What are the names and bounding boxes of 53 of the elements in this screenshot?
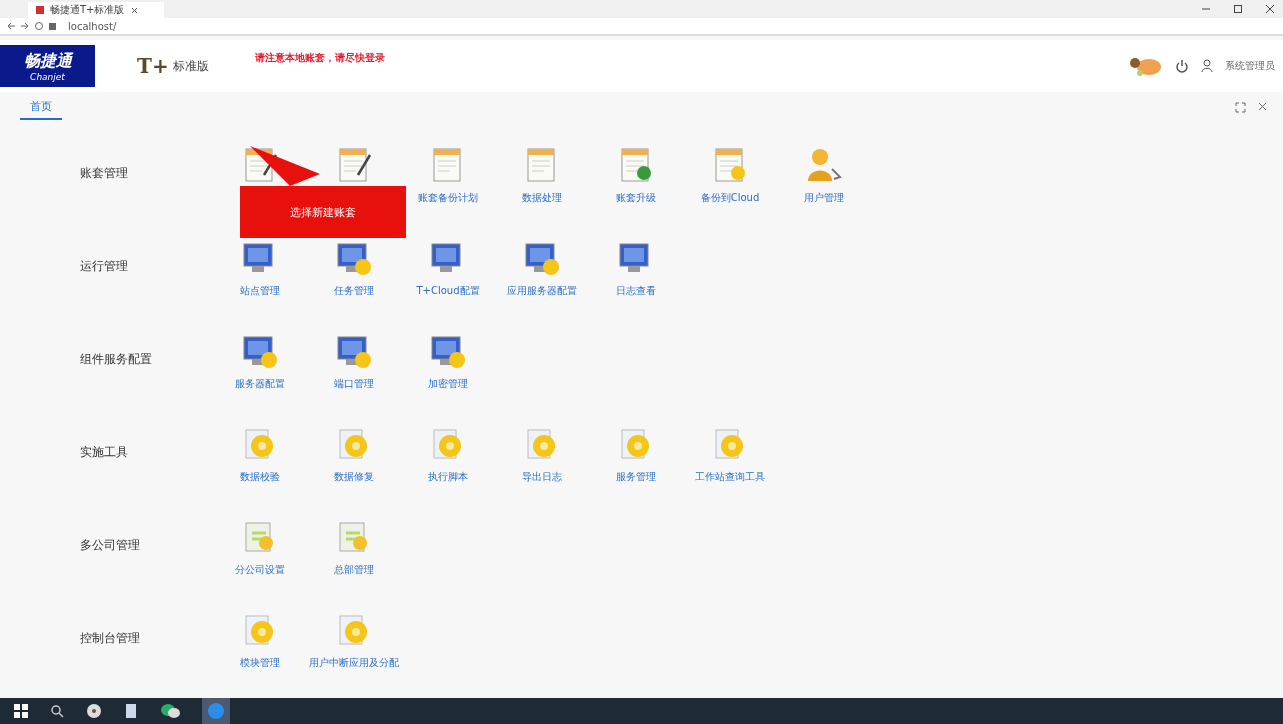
chat-icon[interactable]	[160, 703, 180, 719]
section-title: 多公司管理	[79, 537, 141, 554]
item-link[interactable]: 任务管理	[334, 283, 374, 298]
item-link[interactable]: 账套升级	[616, 190, 656, 205]
logo: 畅捷通 Chanjet	[0, 45, 95, 87]
section-title: 账套管理	[79, 165, 129, 182]
disc-icon[interactable]	[86, 703, 102, 719]
mascot-drawing	[1127, 55, 1163, 77]
item-link[interactable]: 用户管理	[804, 190, 844, 205]
item-link[interactable]: 应用服务器配置	[507, 283, 577, 298]
notice-text: 请注意本地账套，请尽快登录	[254, 51, 385, 65]
power-icon[interactable]	[1175, 59, 1189, 73]
item-link[interactable]: 站点管理	[240, 283, 280, 298]
item-link[interactable]: 日志查看	[616, 283, 656, 298]
item-link[interactable]: 数据修复	[334, 469, 374, 484]
windows-icon[interactable]	[14, 704, 28, 718]
item-link[interactable]: T+Cloud配置	[416, 283, 480, 298]
item-link[interactable]: 导出日志	[522, 469, 562, 484]
item-link[interactable]: 工作站查询工具	[695, 469, 765, 484]
home-tab[interactable]: 首页	[20, 94, 62, 120]
item-link[interactable]: 数据校验	[240, 469, 280, 484]
favicon-icon	[36, 6, 44, 14]
maximize-icon[interactable]	[1233, 4, 1243, 14]
callout-text: 选择新建账套	[290, 204, 356, 220]
file-icon[interactable]	[124, 703, 138, 719]
item-link[interactable]: 账套备份计划	[418, 190, 478, 205]
user-icon[interactable]	[1201, 59, 1213, 73]
section-title: 运行管理	[79, 258, 129, 275]
item-link[interactable]: 执行脚本	[428, 469, 468, 484]
item-link[interactable]: 分公司设置	[235, 562, 285, 577]
section-title: 控制台管理	[79, 630, 141, 647]
item-link[interactable]: 总部管理	[334, 562, 374, 577]
item-link[interactable]: 数据处理	[522, 190, 562, 205]
item-link[interactable]: 加密管理	[428, 376, 468, 391]
section-title: 实施工具	[79, 444, 129, 461]
item-link[interactable]: 用户中断应用及分配	[309, 655, 399, 670]
section-title: 组件服务配置	[79, 351, 153, 368]
address-bar[interactable]: localhost/	[0, 18, 1283, 36]
product-mark: T+	[137, 54, 169, 78]
navigation-icons[interactable]	[6, 21, 58, 31]
close-icon[interactable]	[130, 6, 138, 14]
item-link[interactable]: 服务器配置	[235, 376, 285, 391]
item-link[interactable]: 服务管理	[616, 469, 656, 484]
search-icon[interactable]	[50, 704, 64, 718]
item-link[interactable]: 备份到Cloud	[700, 190, 760, 205]
fullscreen-icon[interactable]	[1235, 101, 1246, 113]
browser-tab[interactable]: 畅捷通T+标准版	[28, 2, 164, 18]
item-link[interactable]: 端口管理	[334, 376, 374, 391]
user-name[interactable]: 系统管理员	[1225, 59, 1275, 73]
product-name: 标准版	[172, 57, 209, 75]
close-icon[interactable]	[1258, 101, 1267, 111]
item-link[interactable]: 模块管理	[240, 655, 280, 670]
close-icon[interactable]	[1265, 4, 1275, 14]
